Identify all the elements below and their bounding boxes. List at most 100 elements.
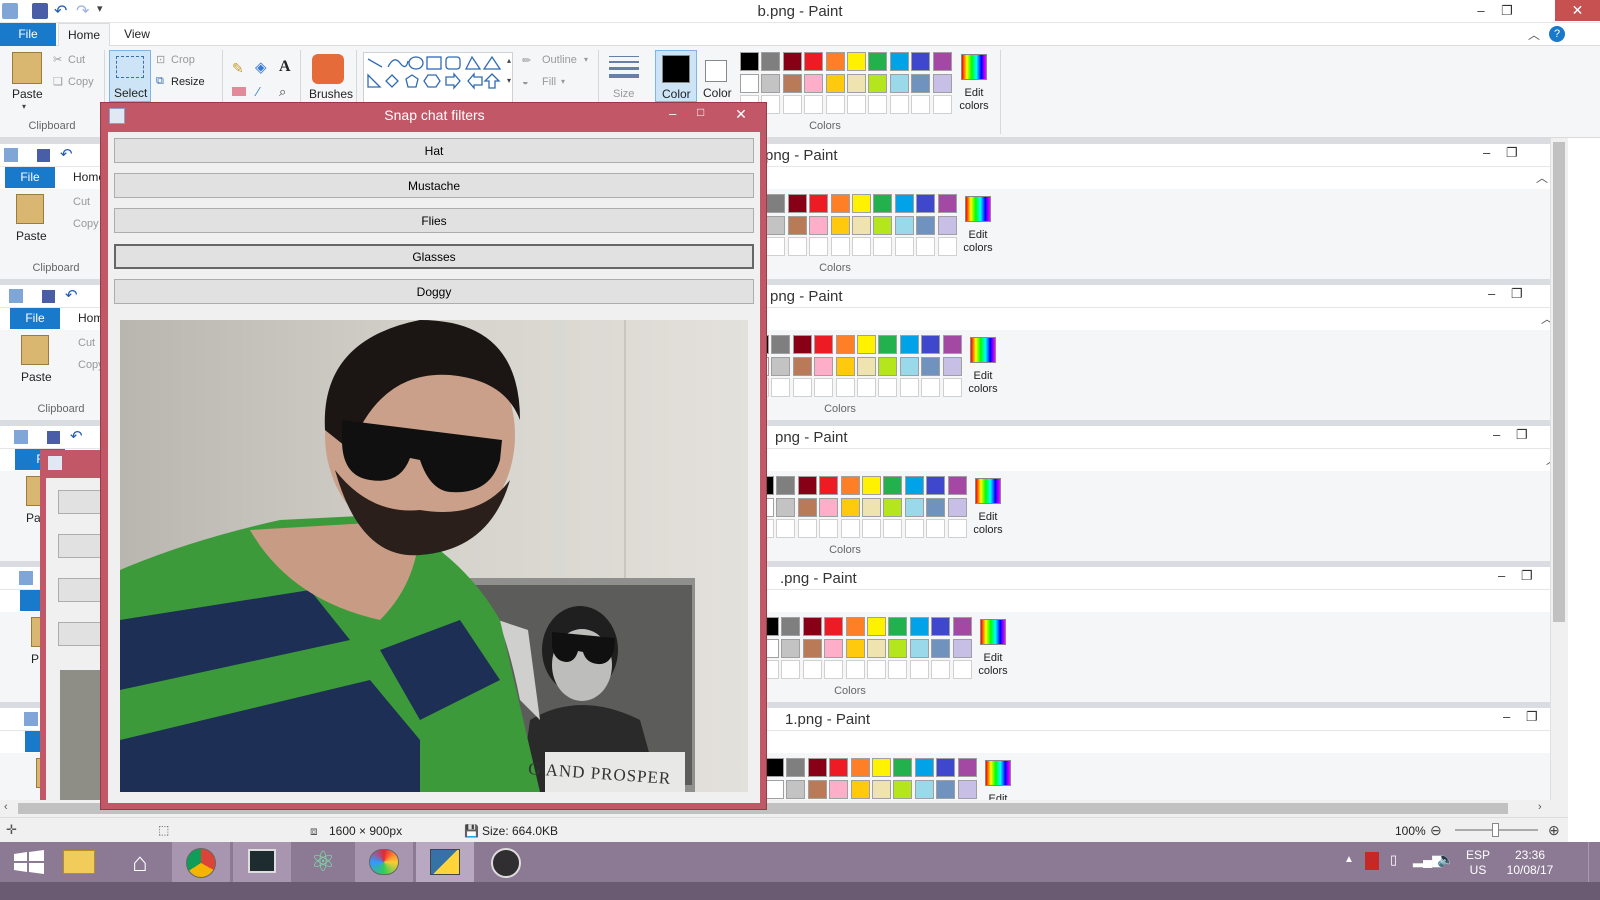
color2-button[interactable]: Color [699,50,735,102]
custom-color-slot[interactable] [942,378,962,397]
palette-swatch[interactable] [909,617,929,636]
custom-color-slot[interactable] [802,660,822,679]
custom-color-slot[interactable] [878,378,898,397]
palette-swatch[interactable] [857,356,876,376]
custom-color-slot[interactable] [889,95,909,114]
show-hidden-icons-icon[interactable]: ▲ [1344,854,1354,865]
restore-button[interactable]: ❐ [1516,427,1528,443]
paste-dropdown-icon[interactable]: ▾ [22,102,26,111]
custom-color-slot[interactable] [809,237,829,256]
custom-color-slot[interactable] [868,95,888,114]
palette-swatch[interactable] [845,638,865,658]
palette-swatch[interactable] [926,497,946,517]
palette-swatch[interactable] [740,52,759,71]
palette-swatch[interactable] [766,194,786,213]
custom-color-slot[interactable] [888,660,908,679]
undo-icon[interactable]: ↶ [65,286,78,304]
vertical-scroll-thumb[interactable] [1553,142,1565,622]
restore-button[interactable]: ❐ [1492,0,1522,22]
custom-color-slot[interactable] [952,660,972,679]
view-tab[interactable]: View [114,23,160,46]
minimize-button[interactable]: – [1498,568,1505,583]
eraser-icon[interactable] [232,87,246,96]
mustache-button[interactable]: Mustache [114,173,754,198]
palette-swatch[interactable] [957,758,977,777]
palette-swatch[interactable] [911,73,931,93]
resize-button[interactable]: Resize [171,76,205,88]
restore-button[interactable]: ❐ [1511,286,1523,302]
custom-color-slot[interactable] [862,519,881,538]
text-icon[interactable]: A [279,58,291,76]
palette-swatch[interactable] [936,779,956,799]
help-icon[interactable]: ? [1549,26,1565,42]
shapes-scroll-down-icon[interactable]: ▾ [507,76,511,85]
palette-swatch[interactable] [889,73,909,93]
palette-swatch[interactable] [872,779,891,799]
palette-swatch[interactable] [916,215,936,235]
restore-button[interactable]: ❐ [1526,709,1538,725]
palette-swatch[interactable] [825,52,845,71]
restore-button[interactable]: ❐ [1521,568,1533,584]
palette-swatch[interactable] [824,617,844,636]
minimize-button[interactable]: – [1483,145,1490,160]
palette-swatch[interactable] [804,52,824,71]
crop-button[interactable]: Crop [171,54,195,66]
zoom-out-icon[interactable]: ⊖ [1430,822,1442,839]
palette-swatch[interactable] [952,638,972,658]
palette-swatch[interactable] [761,73,781,93]
palette-swatch[interactable] [914,779,934,799]
paste-button[interactable]: Paste [21,370,52,384]
custom-color-slot[interactable] [852,237,871,256]
custom-color-slot[interactable] [782,95,802,114]
brushes-icon[interactable] [312,54,344,84]
custom-color-slot[interactable] [947,519,967,538]
home-icon[interactable]: ⌂ [111,842,169,882]
palette-swatch[interactable] [850,758,870,777]
paste-button[interactable]: P [31,652,39,666]
palette-swatch[interactable] [931,617,951,636]
filter-button[interactable] [58,490,102,514]
scroll-left-icon[interactable]: ‹ [4,801,8,813]
palette-swatch[interactable] [802,638,822,658]
outline-dropdown-icon[interactable]: ▾ [584,55,588,64]
copy-button[interactable]: Copy [73,218,99,230]
doggy-button[interactable]: Doggy [114,279,754,304]
restore-button[interactable]: ❐ [1506,145,1518,161]
palette-swatch[interactable] [921,356,941,376]
palette-swatch[interactable] [829,758,849,777]
custom-color-slot[interactable] [847,95,866,114]
hat-button[interactable]: Hat [114,138,754,163]
custom-color-slot[interactable] [911,95,931,114]
snap-close-button[interactable]: ✕ [721,103,761,125]
fill-dropdown-icon[interactable]: ▾ [561,77,565,86]
palette-swatch[interactable] [921,335,941,354]
palette-swatch[interactable] [786,758,806,777]
snap-minimize-button[interactable]: – [669,106,676,121]
fill-button[interactable]: Fill [542,76,556,88]
custom-color-slot[interactable] [857,378,876,397]
palette-swatch[interactable] [932,52,952,71]
color-picker-icon[interactable]: ⁄ [257,84,259,99]
edit-colors-button[interactable]: Editcolors [967,370,999,396]
undo-icon[interactable]: ↶ [70,427,83,445]
palette-swatch[interactable] [847,52,866,71]
palette-swatch[interactable] [819,476,839,495]
custom-color-slot[interactable] [797,519,817,538]
chrome-icon[interactable] [172,842,230,882]
glasses-button[interactable]: Glasses [114,244,754,269]
palette-swatch[interactable] [781,617,801,636]
palette-swatch[interactable] [804,73,824,93]
palette-swatch[interactable] [862,476,881,495]
palette-swatch[interactable] [873,194,893,213]
custom-color-slot[interactable] [766,237,786,256]
palette-swatch[interactable] [894,215,914,235]
palette-swatch[interactable] [830,215,850,235]
palette-swatch[interactable] [771,335,791,354]
cut-button[interactable]: Cut [68,54,85,66]
palette-swatch[interactable] [776,476,796,495]
palette-swatch[interactable] [852,194,871,213]
clock[interactable]: 23:36 10/08/17 [1502,848,1558,878]
minimize-button[interactable]: – [1493,427,1500,442]
custom-color-slot[interactable] [899,378,919,397]
palette-swatch[interactable] [952,617,972,636]
